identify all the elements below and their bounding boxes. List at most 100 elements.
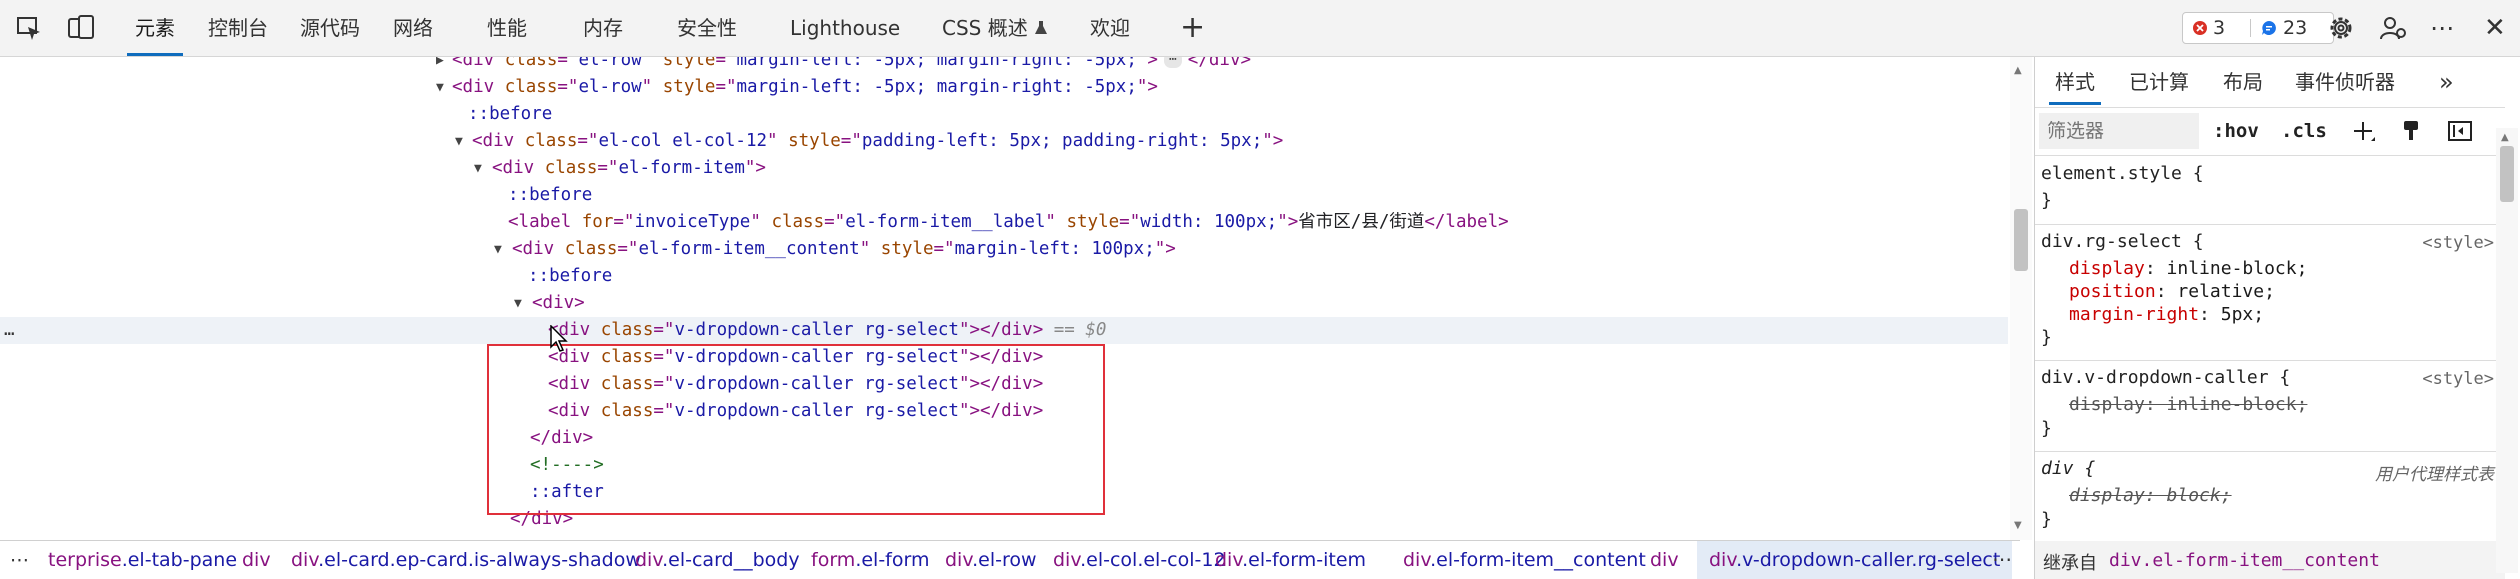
dom-node-line[interactable]: ▼ <div class="el-col el-col-12" style="pa… — [0, 128, 2008, 155]
breadcrumb-item[interactable]: div.el-row — [945, 541, 1037, 579]
expand-triangle-icon[interactable]: ▶ — [436, 57, 444, 74]
dom-node-line[interactable]: ▼ <div class="el-form-item__content" styl… — [0, 236, 2008, 263]
scroll-down-arrow[interactable]: ▼ — [2014, 520, 2022, 531]
collapse-triangle-icon[interactable]: ▼ — [494, 236, 502, 263]
node-markup: <div class="el-row" style="margin-left: … — [452, 57, 1251, 74]
tab-security[interactable]: 安全性 — [677, 0, 737, 56]
hover-state-toggle[interactable]: :hov — [2213, 113, 2259, 149]
toggle-sidebar-icon[interactable] — [2447, 119, 2473, 143]
tab-memory[interactable]: 内存 — [583, 0, 623, 56]
code-token: v-dropdown-caller rg-select — [674, 320, 959, 340]
breadcrumb-tag: div — [1709, 549, 1737, 571]
tab-lighthouse[interactable]: Lighthouse — [790, 0, 900, 56]
prop-margin-right[interactable]: margin-right: 5px; — [2069, 304, 2264, 325]
rule-div-selector[interactable]: div { — [2041, 458, 2095, 479]
code-token: "></div> — [958, 320, 1044, 340]
breadcrumb-overflow-button[interactable]: ⋯ — [1992, 540, 2012, 578]
code-token: =" — [715, 57, 737, 70]
styles-scroll-thumb[interactable] — [2500, 146, 2514, 202]
issues-counter[interactable]: 23 — [2261, 13, 2307, 43]
more-options-button[interactable]: ⋯ — [2430, 0, 2454, 56]
elements-tree[interactable]: ▶ <div class="el-row" style="margin-left:… — [0, 57, 2008, 540]
inherited-section: 继承自 div.el-form-item__content — [2035, 541, 2505, 579]
styles-filter-input[interactable] — [2039, 113, 2199, 149]
prop-position[interactable]: position: relative; — [2069, 281, 2275, 302]
dom-node-line[interactable]: ::before — [0, 182, 2008, 209]
styles-scroll-up[interactable]: ▲ — [2501, 132, 2509, 143]
device-emulation-icon[interactable] — [66, 13, 96, 43]
breadcrumb-class: .el-card__body — [662, 549, 800, 571]
add-tab-button[interactable]: + — [1180, 0, 1205, 56]
prop-display-overridden[interactable]: display: inline-block; — [2069, 394, 2307, 415]
code-token: </label> — [1424, 212, 1509, 232]
breadcrumb-item[interactable]: div — [1650, 541, 1679, 579]
dom-node-selected[interactable]: <div class="v-dropdown-caller rg-select"… — [0, 317, 2008, 344]
tab-network[interactable]: 网络 — [393, 0, 433, 56]
breadcrumb-item[interactable]: form.el-form — [811, 541, 929, 579]
dom-node-line[interactable]: ▼ <div class="el-row" style="margin-left:… — [0, 74, 2008, 101]
prop-display[interactable]: display: inline-block; — [2069, 258, 2307, 279]
dom-node-line[interactable]: ▼ <div> — [0, 290, 2008, 317]
node-actions-dots[interactable]: … — [4, 317, 15, 344]
new-rule-plus-icon[interactable] — [2351, 119, 2377, 145]
tab-performance[interactable]: 性能 — [487, 0, 527, 56]
tab-layout[interactable]: 布局 — [2223, 57, 2263, 107]
scroll-up-arrow[interactable]: ▲ — [2014, 65, 2022, 76]
dom-node-line[interactable]: ::before — [0, 263, 2008, 290]
collapsed-children-button[interactable]: ⋯ — [1163, 57, 1182, 68]
element-style-selector[interactable]: element.style { — [2041, 163, 2204, 184]
rule-dropdown-caller-selector[interactable]: div.v-dropdown-caller { — [2041, 367, 2290, 388]
styles-scrollbar[interactable]: ▲ — [2496, 128, 2518, 573]
rule-separator — [2035, 451, 2505, 452]
breadcrumb-item[interactable]: div.el-col.el-col-12 — [1053, 541, 1226, 579]
rule-dropdown-caller-origin[interactable]: <style> — [2422, 369, 2494, 389]
collapse-triangle-icon[interactable]: ▼ — [474, 155, 482, 182]
customize-profile-icon[interactable] — [2378, 13, 2408, 43]
collapse-triangle-icon[interactable]: ▼ — [514, 290, 522, 317]
more-tabs-button[interactable]: » — [2439, 57, 2454, 107]
breadcrumb-item[interactable]: div.el-form-item__content — [1403, 541, 1646, 579]
devtools-toolbar: 元素 控制台 源代码 网络 性能 内存 安全性 Lighthouse CSS 概… — [0, 0, 2520, 57]
breadcrumb-scroll-left[interactable]: ⋯ — [10, 541, 29, 579]
breadcrumb-item[interactable]: div.el-form-item — [1215, 541, 1366, 579]
tab-console[interactable]: 控制台 — [208, 0, 268, 56]
rule-rg-select-selector[interactable]: div.rg-select { — [2041, 231, 2204, 252]
tab-welcome[interactable]: 欢迎 — [1090, 0, 1130, 56]
code-token: class — [564, 239, 618, 259]
code-token: el-row — [578, 77, 642, 97]
issues-chat-icon — [2262, 21, 2276, 35]
dom-node-line[interactable]: ▼ <div class="el-form-item"> — [0, 155, 2008, 182]
paint-brush-icon[interactable] — [2399, 119, 2423, 143]
breadcrumb-item[interactable]: div.el-card.ep-card.is-always-shadow — [291, 541, 641, 579]
class-toggle[interactable]: .cls — [2281, 113, 2327, 149]
inspect-element-icon[interactable] — [14, 13, 44, 43]
tab-event-listeners[interactable]: 事件侦听器 — [2295, 57, 2395, 107]
errors-counter[interactable]: 3 — [2193, 13, 2225, 43]
breadcrumb-item[interactable]: terprise.el-tab-pane — [48, 541, 237, 579]
elements-scrollbar[interactable]: ▲ ▼ — [2010, 57, 2032, 540]
elements-scroll-thumb[interactable] — [2014, 209, 2028, 271]
inherited-selector-link[interactable]: div.el-form-item__content — [2109, 550, 2380, 571]
close-devtools-button[interactable]: ✕ — [2484, 0, 2506, 56]
collapse-triangle-icon[interactable]: ▼ — [455, 128, 463, 155]
settings-gear-icon[interactable] — [2326, 13, 2356, 43]
dom-node-line[interactable]: ::before — [0, 101, 2008, 128]
tab-styles[interactable]: 样式 — [2049, 57, 2101, 107]
dom-node-line[interactable]: <label for="invoiceType" class="el-form-… — [0, 209, 2008, 236]
tab-elements[interactable]: 元素 — [127, 0, 183, 56]
tab-computed[interactable]: 已计算 — [2129, 57, 2189, 107]
issue-counters[interactable]: 3 23 — [2182, 12, 2334, 44]
code-token: =" — [557, 57, 579, 70]
collapse-triangle-icon[interactable]: ▼ — [436, 74, 444, 101]
breadcrumb-item-selected[interactable]: div.v-dropdown-caller.rg-select — [1697, 541, 2013, 579]
rule-separator — [2035, 224, 2505, 225]
code-token: <div> — [532, 293, 585, 313]
breadcrumb-item[interactable]: div.el-card__body — [635, 541, 800, 579]
breadcrumb-class: .el-card.ep-card.is-always-shadow — [318, 549, 641, 571]
tab-sources[interactable]: 源代码 — [300, 0, 360, 56]
rule-rg-select-origin[interactable]: <style> — [2422, 233, 2494, 253]
breadcrumb-item[interactable]: div — [242, 541, 271, 579]
tab-css-overview[interactable]: CSS 概述 — [942, 0, 1048, 56]
dom-node-line[interactable]: ▶ <div class="el-row" style="margin-left:… — [0, 57, 2008, 74]
code-token: =" — [715, 77, 737, 97]
